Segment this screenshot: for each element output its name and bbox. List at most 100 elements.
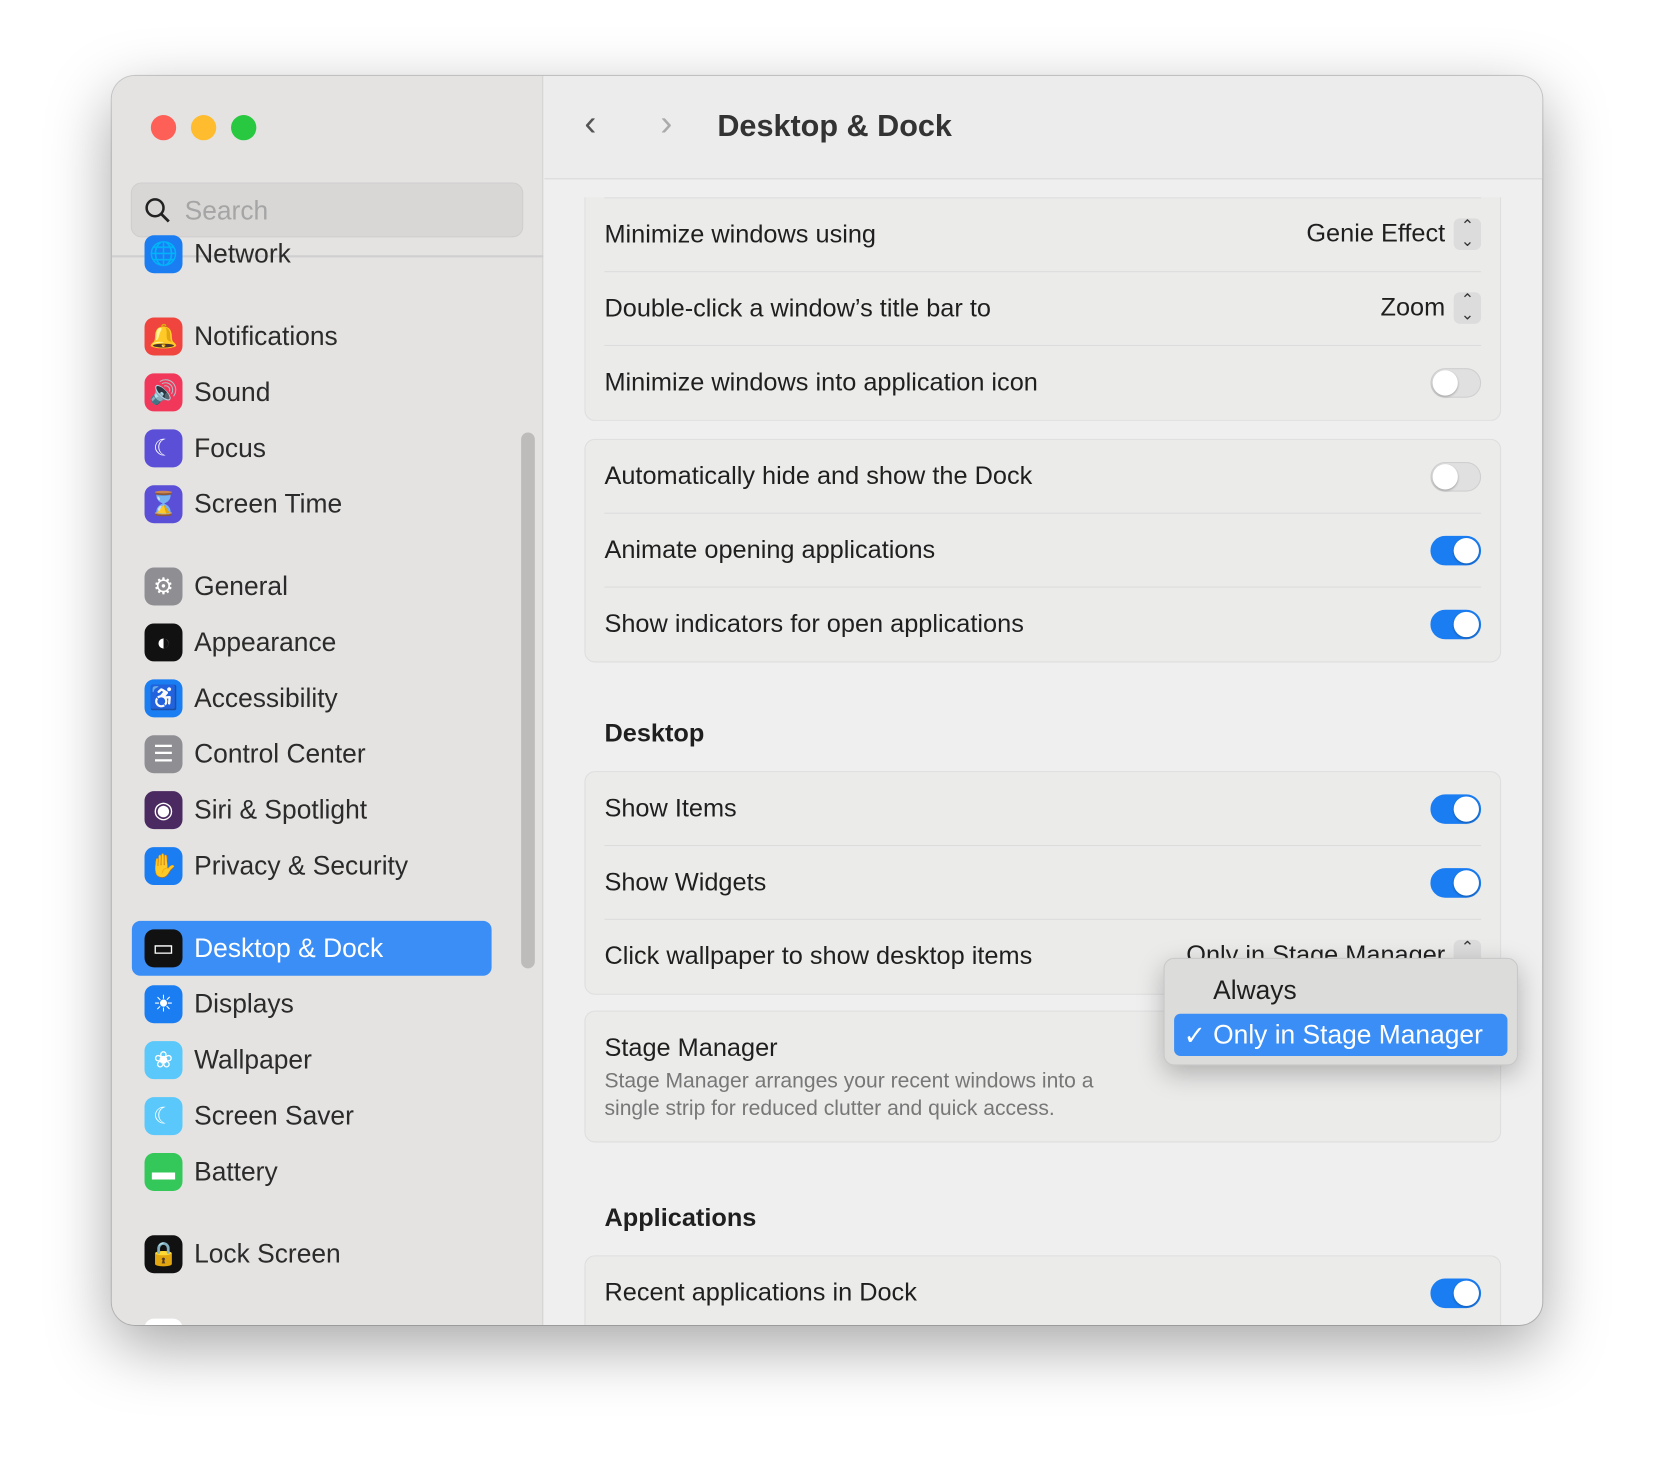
toggle-switch[interactable] [1430, 609, 1482, 640]
applications-settings-group: Recent applications in Dock [584, 1255, 1502, 1325]
setting-label: Show Widgets [604, 868, 767, 897]
sidebar-item-label: Accessibility [194, 683, 338, 714]
sidebar-item-label: Sound [194, 377, 271, 408]
forward-button[interactable]: › [660, 103, 672, 144]
sidebar-item-screen-time[interactable]: ⌛ Screen Time [132, 477, 492, 532]
sidebar-item-focus[interactable]: ☾ Focus [132, 421, 492, 476]
sidebar-scrollbar[interactable] [521, 432, 535, 969]
setting-row: Automatically hide and show the Dock [604, 440, 1482, 514]
sidebar-item-label: Battery [194, 1157, 278, 1187]
sidebar-item-screen-saver[interactable]: ☾ Screen Saver [132, 1089, 492, 1144]
accessibility-icon: ♿ [144, 679, 183, 718]
sidebar-item-accessibility[interactable]: ♿ Accessibility [132, 671, 492, 726]
sun-icon: ☀ [144, 985, 183, 1024]
setting-label: Click wallpaper to show desktop items [604, 942, 1033, 971]
menu-item-label: Always [1213, 975, 1297, 1006]
sidebar-item-label: Wallpaper [194, 1045, 312, 1075]
setting-row: Show Items [604, 772, 1482, 847]
battery-icon: ▬ [144, 1153, 183, 1191]
setting-label: Show Items [604, 794, 737, 823]
popup-value: Genie Effect [1306, 219, 1446, 248]
section-heading-applications: Applications [604, 1203, 757, 1233]
dock-settings-group: Automatically hide and show the Dock Anim… [584, 438, 1502, 663]
sidebar-item-sound[interactable]: 🔊 Sound [132, 365, 492, 420]
sidebar-item-displays[interactable]: ☀ Displays [132, 977, 492, 1032]
sidebar-item-wallpaper[interactable]: ❀ Wallpaper [132, 1033, 492, 1088]
minimize-button[interactable] [190, 114, 217, 141]
page-title: Desktop & Dock [717, 109, 952, 144]
sidebar-item-label: Lock Screen [194, 1239, 341, 1270]
up-down-chevron-icon: ⌃ ⌄ [1453, 292, 1482, 324]
zoom-button[interactable] [231, 114, 257, 141]
sidebar: Search 🌐 Network 🔔 Notifications 🔊 Sound ☾ Focu… [111, 75, 544, 1325]
sidebar-item-label: Screen Saver [194, 1101, 354, 1131]
toggle-switch[interactable] [1430, 794, 1482, 824]
section-heading-desktop: Desktop [604, 719, 705, 748]
toggle-switch[interactable] [1430, 868, 1482, 898]
hand-icon: ✋ [144, 847, 183, 886]
moon-icon: ☾ [144, 429, 183, 468]
setting-label: Minimize windows into application icon [604, 368, 1038, 397]
sidebar-item-control-center[interactable]: ☰ Control Center [132, 727, 492, 782]
setting-label: Show indicators for open applications [604, 609, 1024, 639]
toggle-switch[interactable] [1430, 1278, 1482, 1309]
sidebar-item-desktop-dock[interactable]: ▭ Desktop & Dock [131, 920, 492, 976]
close-button[interactable] [150, 114, 177, 141]
sidebar-item-label: Displays [194, 989, 294, 1020]
bell-icon: 🔔 [144, 317, 183, 356]
checkmark-icon: ✓ [1183, 1021, 1206, 1051]
sidebar-item-label: Notifications [194, 321, 338, 352]
toggle-switch[interactable] [1430, 368, 1482, 398]
screensaver-icon: ☾ [144, 1097, 183, 1136]
sidebar-item-label: Control Center [194, 739, 366, 770]
toolbar: ‹ › Desktop & Dock [544, 75, 1543, 180]
menu-item-always[interactable]: Always [1174, 969, 1507, 1011]
search-icon [145, 198, 170, 223]
dock-icon: ▭ [144, 929, 183, 968]
lock-icon: 🔒 [144, 1235, 183, 1274]
sidebar-item-notifications[interactable]: 🔔 Notifications [132, 309, 492, 364]
flower-icon: ❀ [144, 1041, 183, 1080]
setting-row: Animate opening applications [604, 514, 1482, 588]
setting-row: Show indicators for open applications [604, 588, 1482, 662]
setting-row: Recent applications in Dock [604, 1256, 1482, 1325]
menu-item-label: Only in Stage Manager [1213, 1020, 1483, 1050]
stage-manager-description: single strip for reduced clutter and qui… [604, 1097, 1055, 1121]
sidebar-item-network[interactable]: 🌐 Network [132, 227, 492, 282]
sidebar-item-general[interactable]: ⚙ General [132, 559, 492, 614]
sidebar-item-label: Network [194, 239, 291, 269]
setting-label: Minimize windows using [604, 220, 877, 249]
menu-item-only-in-stage-manager[interactable]: ✓ Only in Stage Manager [1174, 1013, 1508, 1056]
setting-row: Double-click a window’s title bar to Zoom… [604, 272, 1482, 347]
sidebar-item-label: Privacy & Security [194, 851, 409, 881]
appearance-icon: ◐ [144, 623, 183, 662]
sidebar-item-label: Appearance [194, 627, 337, 658]
sidebar-item-label: Desktop & Dock [194, 933, 384, 964]
setting-row: Show Widgets [604, 846, 1482, 920]
popup-button[interactable]: Zoom ⌃ ⌄ [1380, 291, 1482, 325]
sidebar-item-label: Focus [194, 433, 266, 464]
siri-icon: ◉ [144, 791, 183, 830]
sidebar-item-partial[interactable] [132, 1310, 492, 1325]
back-button[interactable]: ‹ [584, 103, 596, 144]
sidebar-item-appearance[interactable]: ◐ Appearance [132, 615, 492, 670]
search-placeholder: Search [184, 196, 269, 226]
toggle-switch[interactable] [1430, 462, 1482, 492]
sidebar-item-label: General [194, 571, 288, 602]
setting-label: Automatically hide and show the Dock [604, 462, 1033, 491]
stage-manager-title: Stage Manager [604, 1033, 778, 1063]
dropdown-menu: Always ✓ Only in Stage Manager [1163, 957, 1519, 1066]
toggle-switch[interactable] [1430, 535, 1482, 566]
sidebar-item-lock-screen[interactable]: 🔒 Lock Screen [132, 1227, 492, 1282]
sidebar-item-label: Screen Time [194, 489, 343, 520]
setting-label: Animate opening applications [604, 535, 936, 565]
sidebar-item-siri-spotlight[interactable]: ◉ Siri & Spotlight [132, 783, 492, 838]
partial-icon [144, 1318, 183, 1325]
sidebar-item-battery[interactable]: ▬ Battery [132, 1145, 492, 1200]
popup-button[interactable]: Genie Effect ⌃ ⌄ [1306, 217, 1482, 251]
setting-row: Minimize windows using Genie Effect ⌃ ⌄ [604, 198, 1482, 273]
speaker-icon: 🔊 [144, 373, 183, 412]
sidebar-item-privacy-security[interactable]: ✋ Privacy & Security [132, 839, 492, 894]
stage-manager-description: Stage Manager arranges your recent windo… [604, 1069, 1094, 1093]
setting-label: Double-click a window’s title bar to [604, 294, 991, 323]
